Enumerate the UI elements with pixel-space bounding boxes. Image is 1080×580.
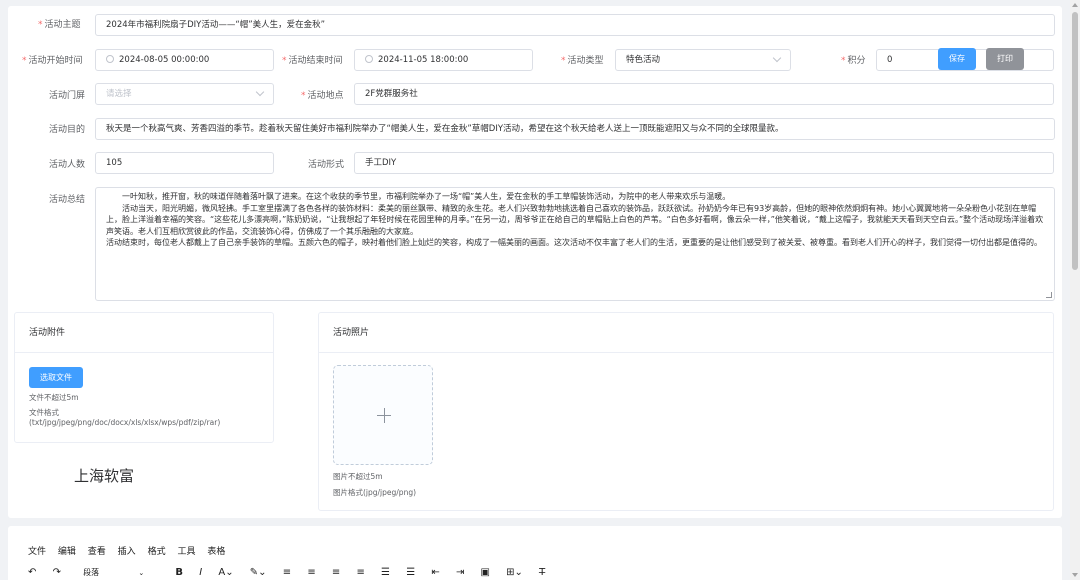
paragraph-select[interactable]: 段落 ⌄	[83, 567, 144, 578]
select-file-button[interactable]: 选取文件	[29, 367, 83, 388]
start-time-value: 2024-08-05 00:00:00	[119, 55, 210, 65]
form-input[interactable]: 手工DIY	[354, 152, 1054, 174]
activity-form-card: * 活动主题 2024年市福利院扇子DIY活动——“帽”美人生，爱在金秋” * 活动…	[8, 6, 1062, 518]
file-size-note: 文件不超过5m	[29, 393, 79, 402]
end-time-value: 2024-11-05 18:00:00	[378, 55, 469, 65]
clock-icon	[106, 54, 114, 63]
file-format-list: (txt/jpg/jpeg/png/doc/docx/xls/xlsx/wps/…	[29, 418, 221, 427]
gate-placeholder: 请选择	[106, 89, 132, 99]
paragraph-select-value: 段落	[83, 568, 100, 577]
points-label: * 积分	[841, 56, 866, 66]
editor-toolbar: ↶ ↷ 段落 ⌄ B I A⌄ ✎⌄ ≡ ≡ ≡ ≡ ☰ ☰ ⇤ ⇥ ▣ ⊞⌄ …	[28, 567, 558, 578]
watermark-text: 上海软富	[74, 467, 135, 485]
bold-icon[interactable]: B	[175, 567, 183, 578]
start-time-label: * 活动开始时间	[22, 56, 83, 66]
file-format-note: 文件格式	[29, 408, 59, 417]
attachments-panel: 活动附件 选取文件 文件不超过5m 文件格式 (txt/jpg/jpeg/png…	[14, 312, 274, 443]
start-time-picker[interactable]: 2024-08-05 00:00:00	[95, 49, 274, 71]
menu-table[interactable]: 表格	[207, 547, 225, 557]
type-label: * 活动类型	[561, 56, 604, 66]
menu-file[interactable]: 文件	[28, 547, 46, 557]
chevron-down-icon	[772, 53, 782, 63]
align-justify-icon[interactable]: ≡	[356, 567, 364, 578]
form-label: 活动形式	[308, 160, 345, 170]
editor-menubar: 文件 编辑 查看 插入 格式 工具 表格	[28, 544, 234, 557]
page-scrollbar[interactable]	[1070, 0, 1080, 580]
plus-icon	[383, 408, 385, 423]
align-right-icon[interactable]: ≡	[332, 567, 340, 578]
summary-paragraph: 活动结束时，每位老人都戴上了自己亲手装饰的草帽。五颜六色的帽子，映衬着他们脸上灿…	[106, 238, 1042, 247]
italic-icon[interactable]: I	[199, 567, 202, 578]
summary-label: 活动总结	[49, 195, 86, 205]
scroll-down-icon[interactable]	[1072, 573, 1078, 577]
menu-format[interactable]: 格式	[148, 547, 166, 557]
save-button[interactable]: 保存	[938, 48, 976, 70]
print-button[interactable]: 打印	[986, 48, 1024, 70]
gate-label: 活动门屏	[49, 91, 86, 101]
location-label: * 活动地点	[301, 91, 344, 101]
clear-format-icon[interactable]: T̶	[539, 567, 545, 578]
font-color-icon[interactable]: A⌄	[218, 567, 233, 578]
table-icon[interactable]: ⊞⌄	[506, 567, 523, 578]
summary-textarea[interactable]: 一叶知秋，推开窗，秋的味道伴随着落叶飘了进来。在这个收获的季节里，市福利院举办了…	[95, 187, 1055, 301]
highlight-icon[interactable]: ✎⌄	[250, 567, 267, 578]
align-center-icon[interactable]: ≡	[307, 567, 315, 578]
photo-format-note: 图片格式(jpg/jpeg/png)	[333, 488, 417, 497]
scroll-up-icon[interactable]	[1072, 3, 1078, 7]
menu-view[interactable]: 查看	[88, 547, 106, 557]
end-time-picker[interactable]: 2024-11-05 18:00:00	[354, 49, 533, 71]
attachments-title: 活动附件	[15, 313, 273, 353]
redo-icon[interactable]: ↷	[53, 567, 61, 578]
summary-paragraph: 一叶知秋，推开窗，秋的味道伴随着落叶飘了进来。在这个收获的季节里，市福利院举办了…	[122, 192, 731, 201]
chevron-down-icon	[255, 87, 265, 97]
photo-size-note: 图片不超过5m	[333, 472, 383, 481]
align-left-icon[interactable]: ≡	[283, 567, 291, 578]
count-input[interactable]: 105	[95, 152, 274, 174]
type-value: 特色活动	[626, 55, 661, 65]
summary-paragraph: 活动当天，阳光明媚，微风轻拂。手工室里摆满了各色各样的装饰材料：柔美的丽丝飘带、…	[106, 203, 1044, 236]
indent-icon[interactable]: ⇥	[456, 567, 464, 578]
theme-input[interactable]: 2024年市福利院扇子DIY活动——“帽”美人生，爱在金秋”	[95, 14, 1055, 36]
purpose-input[interactable]: 秋天是一个秋高气爽、芳香四溢的季节。趁着秋天留住美好市福利院举办了“帽美人生，爱…	[95, 118, 1055, 140]
menu-insert[interactable]: 插入	[118, 547, 136, 557]
menu-edit[interactable]: 编辑	[58, 547, 76, 557]
location-input[interactable]: 2F党群服务社	[354, 83, 1054, 105]
photos-panel: 活动照片 图片不超过5m 图片格式(jpg/jpeg/png)	[318, 312, 1054, 511]
undo-icon[interactable]: ↶	[28, 567, 36, 578]
theme-label: * 活动主题	[38, 20, 81, 30]
photos-title: 活动照片	[319, 313, 1053, 353]
clock-icon	[365, 54, 373, 63]
end-time-label: * 活动结束时间	[282, 56, 343, 66]
photo-upload-box[interactable]	[333, 365, 433, 465]
menu-tools[interactable]: 工具	[177, 547, 195, 557]
outdent-icon[interactable]: ⇤	[431, 567, 439, 578]
numbered-list-icon[interactable]: ☰	[406, 567, 415, 578]
image-icon[interactable]: ▣	[481, 567, 490, 578]
resize-handle[interactable]	[1046, 292, 1052, 298]
gate-select[interactable]: 请选择	[95, 83, 274, 105]
purpose-label: 活动目的	[49, 125, 86, 135]
bullet-list-icon[interactable]: ☰	[381, 567, 390, 578]
count-label: 活动人数	[49, 160, 86, 170]
rich-text-editor: 文件 编辑 查看 插入 格式 工具 表格 ↶ ↷ 段落 ⌄ B I A⌄ ✎⌄ …	[8, 526, 1062, 580]
scrollbar-thumb[interactable]	[1072, 12, 1078, 270]
type-select[interactable]: 特色活动	[615, 49, 791, 71]
chevron-down-icon: ⌄	[138, 569, 145, 577]
